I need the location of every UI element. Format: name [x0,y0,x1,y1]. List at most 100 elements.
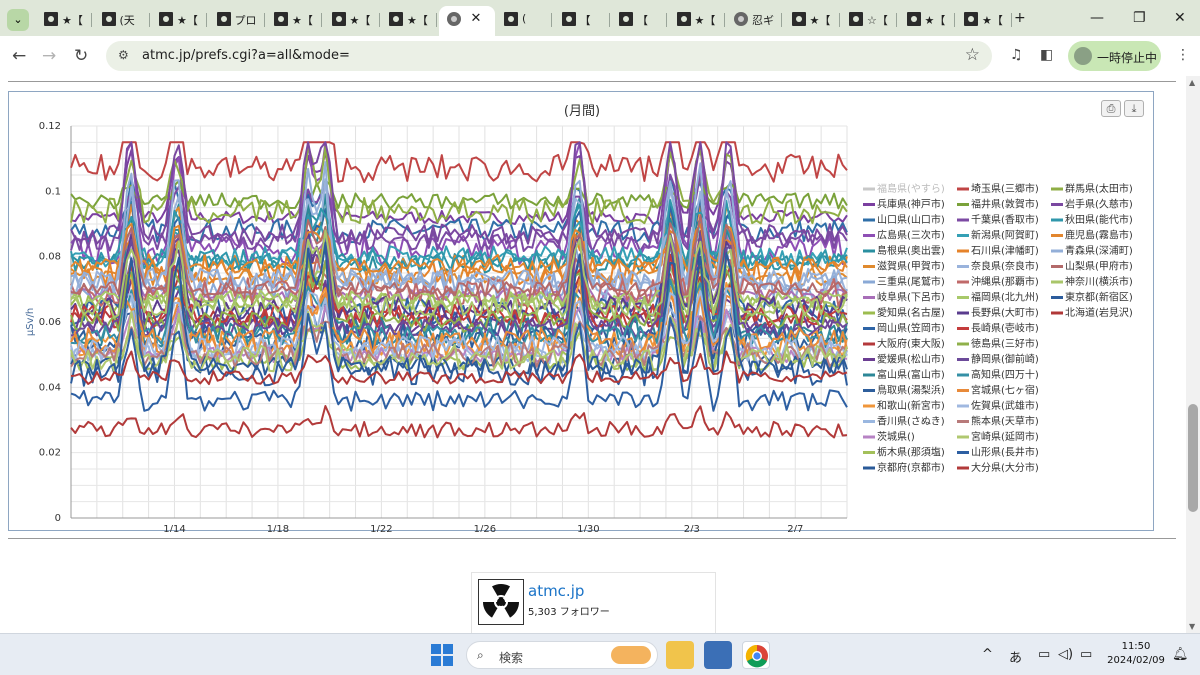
chrome-icon[interactable] [742,641,770,669]
legend-entry[interactable]: 富山県(富山市) [877,368,945,381]
notepad-icon[interactable] [704,641,732,669]
legend-entry[interactable]: 長崎県(壱岐市) [971,322,1039,335]
site-info-icon[interactable]: ⚙ [118,48,129,62]
legend-entry[interactable]: 山梨県(甲府市) [1065,260,1133,273]
close-window-icon[interactable]: ✕ [1174,10,1186,26]
volume-icon[interactable]: ◁) [1058,647,1073,662]
tab-5[interactable]: ★【 [324,6,380,32]
forward-icon[interactable]: → [42,46,56,66]
legend-entry[interactable]: 佐賀県(武雄市) [971,399,1039,412]
legend-entry[interactable]: 秋田県(能代市) [1065,213,1133,226]
side-panel-icon[interactable]: ◧ [1040,47,1053,63]
legend-entry[interactable]: 岩手県(久慈市) [1065,198,1133,211]
tab-7[interactable]: ✕ [438,6,495,36]
tab-2[interactable]: ★【 [151,6,207,32]
tab-12[interactable]: 忍ギ [726,6,782,32]
network-icon[interactable]: ▭ [1038,647,1050,662]
legend-entry[interactable]: 徳島県(三好市) [971,337,1039,350]
legend-entry[interactable]: 神奈川(横浜市) [1065,275,1133,288]
legend-entry[interactable]: 京都府(京都市) [877,461,945,474]
legend-entry[interactable]: 三重県(尾鷲市) [877,275,945,288]
tab-6[interactable]: ★【 [381,6,437,32]
legend-entry[interactable]: 沖縄県(那覇市) [971,275,1039,288]
tab-14[interactable]: ☆【 [841,6,897,32]
page-scrollbar[interactable]: ▲ ▼ [1186,76,1200,633]
reload-icon[interactable]: ↻ [74,46,88,66]
scrollbar-thumb[interactable] [1188,404,1198,512]
scroll-up-icon[interactable]: ▲ [1189,78,1195,87]
legend-entry[interactable]: 群馬県(太田市) [1065,182,1133,195]
tab-search-button[interactable]: ⌄ [7,9,29,31]
back-icon[interactable]: ← [12,46,26,66]
battery-icon[interactable]: ▭ [1080,647,1092,662]
tab-4[interactable]: ★【 [266,6,322,32]
tab-3[interactable]: プロ [209,6,265,32]
legend-entry[interactable]: 福岡県(北九州) [971,291,1039,304]
legend-entry[interactable]: 山口県(山口市) [877,213,945,226]
tab-0[interactable]: ★【 [36,6,92,32]
legend-entry[interactable]: 和歌山(新宮市) [877,399,945,412]
legend-entry[interactable]: 山形県(長井市) [971,446,1039,459]
legend-entry[interactable]: 茨城県() [877,430,915,443]
legend-entry[interactable]: 高知県(四万十) [971,368,1039,381]
new-tab-button[interactable]: + [1014,10,1026,26]
follow-account-name[interactable]: atmc.jp [528,582,584,600]
legend-entry[interactable]: 奈良県(奈良市) [971,260,1039,273]
legend-entry[interactable]: 福島県(やすら) [877,182,945,195]
follow-card[interactable]: atmc.jp 5,303 フォロワー [471,572,716,633]
legend-entry[interactable]: 東京都(新宿区) [1065,291,1133,304]
legend-entry[interactable]: 岐阜県(下呂市) [877,291,945,304]
tab-11[interactable]: ★【 [669,6,725,32]
legend-entry[interactable]: 大阪府(東大阪) [877,337,945,350]
tab-16[interactable]: ★【 [956,6,1012,32]
legend-entry[interactable]: 島根県(奥出雲) [877,244,945,257]
menu-icon[interactable]: ⋮ [1176,47,1190,63]
scroll-down-icon[interactable]: ▼ [1189,622,1195,631]
windows-start-icon[interactable] [431,644,453,666]
file-explorer-icon[interactable] [666,641,694,669]
legend-entry[interactable]: 福井県(敦賀市) [971,198,1039,211]
address-bar[interactable]: ⚙ atmc.jp/prefs.cgi?a=all&mode= ☆ [106,41,992,71]
legend-entry[interactable]: 石川県(津幡町) [971,244,1039,257]
tab-8[interactable]: ( [496,6,552,32]
clock[interactable]: 11:50 2024/02/09 [1106,640,1166,668]
legend-entry[interactable]: 愛媛県(松山市) [877,353,945,366]
tab-10[interactable]: 【 [611,6,667,32]
bookmark-star-icon[interactable]: ☆ [965,45,980,65]
legend-entry[interactable]: 長野県(大町市) [971,306,1039,319]
ime-indicator[interactable]: あ [1009,647,1022,666]
legend-entry[interactable]: 鳥取県(湯梨浜) [877,384,945,397]
tab-15[interactable]: ★【 [899,6,955,32]
legend-entry[interactable]: 千葉県(香取市) [971,213,1039,226]
tray-chevron-up-icon[interactable]: ^ [982,647,993,662]
maximize-icon[interactable]: ❐ [1133,10,1146,26]
minimize-icon[interactable]: — [1090,10,1104,26]
notification-bell-icon[interactable]: 🔔︎ [1172,647,1189,662]
url-text[interactable]: atmc.jp/prefs.cgi?a=all&mode= [142,48,350,63]
legend-entry[interactable]: 熊本県(天草市) [971,415,1039,428]
profile-pause-button[interactable]: 一時停止中 [1068,41,1161,71]
tab-9[interactable]: 【 [554,6,610,32]
legend-entry[interactable]: 広島県(三次市) [877,229,945,242]
legend-entry[interactable]: 宮城県(七ヶ宿) [971,384,1039,397]
legend-entry[interactable]: 岡山県(笠岡市) [877,322,945,335]
taskbar-search-box[interactable]: ⌕ 検索 [466,641,658,669]
legend-entry[interactable]: 鹿児島(霧島市) [1065,229,1133,242]
legend-entry[interactable]: 兵庫県(神戸市) [877,198,945,211]
legend-entry[interactable]: 宮崎県(延岡市) [971,430,1039,443]
tab-1[interactable]: (天 [94,6,150,32]
legend-entry[interactable]: 静岡県(御前崎) [971,353,1039,366]
media-control-icon[interactable]: ♫ [1010,47,1023,63]
legend-entry[interactable]: 栃木県(那須塩) [877,446,945,459]
legend-entry[interactable]: 新潟県(阿賀町) [971,229,1039,242]
close-tab-icon[interactable]: ✕ [471,11,482,26]
legend-entry[interactable]: 大分県(大分市) [971,461,1039,474]
legend-entry[interactable]: 青森県(深浦町) [1065,244,1133,257]
tab-13[interactable]: ★【 [784,6,840,32]
y-tick-label: 0.04 [39,382,61,393]
legend-entry[interactable]: 埼玉県(三郷市) [971,182,1039,195]
legend-entry[interactable]: 滋賀県(甲賀市) [877,260,945,273]
legend-entry[interactable]: 北海道(岩見沢) [1065,306,1133,319]
legend-entry[interactable]: 愛知県(名古屋) [877,306,945,319]
legend-entry[interactable]: 香川県(さぬき) [877,416,945,428]
